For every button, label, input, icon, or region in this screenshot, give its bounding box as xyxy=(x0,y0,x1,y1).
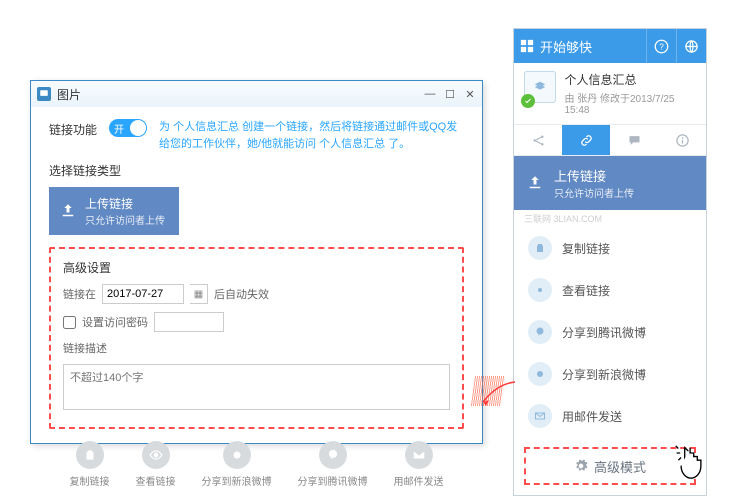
document-icon xyxy=(524,71,556,105)
panel-share-sina[interactable]: 分享到新浪微博 xyxy=(514,353,706,395)
minimize-button[interactable]: — xyxy=(424,88,436,100)
view-icon xyxy=(149,448,163,462)
copy-link-button[interactable]: 复制链接 xyxy=(70,441,110,488)
panel-tabs xyxy=(514,124,706,156)
expire-prefix: 链接在 xyxy=(63,286,96,302)
upload-icon xyxy=(59,202,77,220)
document-name: 个人信息汇总 xyxy=(564,71,696,88)
tab-share[interactable] xyxy=(514,125,562,155)
select-link-type-label: 选择链接类型 xyxy=(49,162,464,179)
password-input[interactable] xyxy=(154,312,224,332)
weibo-icon xyxy=(534,368,546,380)
clipboard-icon xyxy=(534,242,546,254)
document-meta: 由 张丹 修改于2013/7/25 15:48 xyxy=(564,90,696,116)
panel-header: 开始够快 ? xyxy=(514,29,706,63)
globe-icon[interactable] xyxy=(676,29,706,63)
tab-chat[interactable] xyxy=(610,125,658,155)
close-button[interactable]: ✕ xyxy=(464,88,476,100)
expire-date-input[interactable] xyxy=(102,284,184,304)
link-desc-label: 链接描述 xyxy=(63,340,107,356)
help-icon[interactable]: ? xyxy=(646,29,676,63)
gear-icon xyxy=(574,459,588,473)
link-feature-description: 为 个人信息汇总 创建一个链接，然后将链接通过邮件或QQ发给您的工作伙伴，她/他… xyxy=(159,119,464,152)
mail-icon xyxy=(412,448,426,462)
expire-suffix: 后自动失效 xyxy=(214,286,269,302)
advanced-mode-button[interactable]: 高级模式 xyxy=(524,447,696,485)
view-link-button[interactable]: 查看链接 xyxy=(136,441,176,488)
panel-copy-link[interactable]: 复制链接 xyxy=(514,227,706,269)
document-info: 个人信息汇总 由 张丹 修改于2013/7/25 15:48 xyxy=(514,63,706,124)
mail-icon xyxy=(534,410,546,422)
panel-view-link[interactable]: 查看链接 xyxy=(514,269,706,311)
password-label: 设置访问密码 xyxy=(82,314,148,330)
app-icon xyxy=(37,87,51,101)
dialog-action-row: 复制链接 查看链接 分享到新浪微博 分享到腾讯微博 用邮件发送 xyxy=(49,441,464,488)
view-icon xyxy=(534,284,546,296)
link-feature-toggle[interactable]: 开 xyxy=(109,119,147,137)
share-tencent-button[interactable]: 分享到腾讯微博 xyxy=(298,441,368,488)
advanced-settings-title: 高级设置 xyxy=(63,259,450,276)
dialog-title: 图片 xyxy=(57,86,81,103)
clipboard-icon xyxy=(83,448,97,462)
password-checkbox[interactable] xyxy=(63,316,76,329)
link-settings-dialog: 图片 — ☐ ✕ 链接功能 开 为 个人信息汇总 创建一个链接，然后将链接通过邮… xyxy=(30,80,483,444)
panel-title: 开始够快 xyxy=(540,37,646,56)
tencent-icon xyxy=(326,448,340,462)
annotation-arrow xyxy=(477,374,517,414)
tencent-icon xyxy=(534,326,546,338)
panel-share-tencent[interactable]: 分享到腾讯微博 xyxy=(514,311,706,353)
advanced-settings-box: 高级设置 链接在 ▦ 后自动失效 设置访问密码 链接描述 xyxy=(49,247,464,429)
tab-link[interactable] xyxy=(562,125,610,155)
maximize-button[interactable]: ☐ xyxy=(444,88,456,100)
link-desc-textarea[interactable] xyxy=(63,364,450,410)
apps-icon[interactable] xyxy=(514,29,540,63)
panel-upload-link[interactable]: 上传链接 只允许访问者上传 xyxy=(514,156,706,210)
panel-send-email[interactable]: 用邮件发送 xyxy=(514,395,706,437)
link-feature-label: 链接功能 xyxy=(49,119,97,138)
watermark: 三联网 3LIAN.COM xyxy=(514,210,706,227)
upload-icon xyxy=(526,174,544,192)
checkmark-icon xyxy=(521,94,535,108)
calendar-icon[interactable]: ▦ xyxy=(190,284,208,304)
share-panel: 开始够快 ? 个人信息汇总 由 张丹 修改于2013/7/25 15:48 上传… xyxy=(513,28,707,496)
upload-link-tile[interactable]: 上传链接 只允许访问者上传 xyxy=(49,187,179,235)
tab-info[interactable] xyxy=(658,125,706,155)
weibo-icon xyxy=(230,448,244,462)
svg-text:?: ? xyxy=(659,42,664,51)
send-email-button[interactable]: 用邮件发送 xyxy=(394,441,444,488)
share-sina-button[interactable]: 分享到新浪微博 xyxy=(202,441,272,488)
dialog-titlebar: 图片 — ☐ ✕ xyxy=(31,81,482,107)
